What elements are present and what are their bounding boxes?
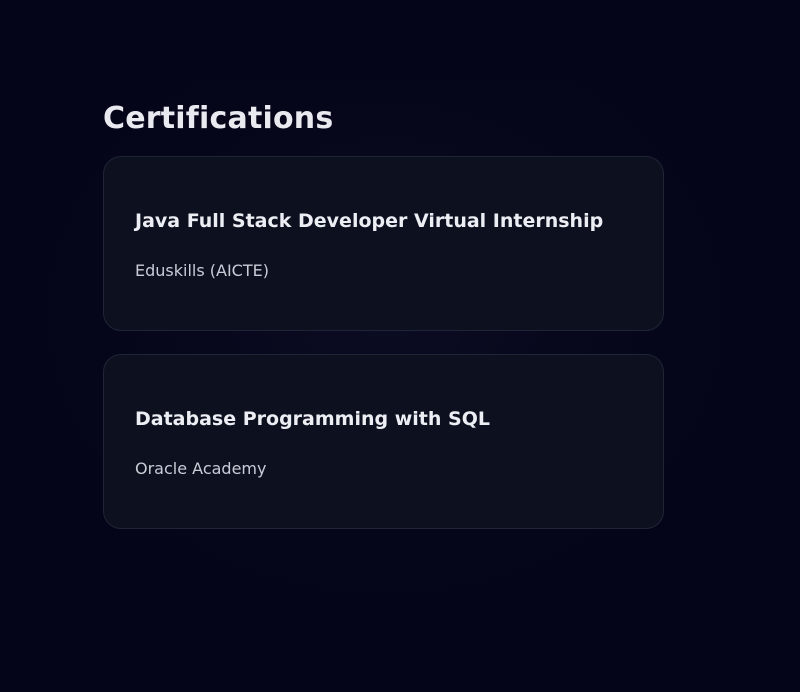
- certification-title: Java Full Stack Developer Virtual Intern…: [135, 210, 604, 232]
- certifications-section: Certifications Java Full Stack Developer…: [103, 100, 664, 552]
- certification-issuer: Eduskills (AICTE): [135, 261, 269, 280]
- certification-card: Database Programming with SQL Oracle Aca…: [103, 354, 664, 529]
- certification-issuer: Oracle Academy: [135, 459, 267, 478]
- certification-card: Java Full Stack Developer Virtual Intern…: [103, 156, 664, 331]
- certification-list: Java Full Stack Developer Virtual Intern…: [103, 156, 664, 529]
- certification-title: Database Programming with SQL: [135, 408, 490, 430]
- section-title: Certifications: [103, 101, 334, 136]
